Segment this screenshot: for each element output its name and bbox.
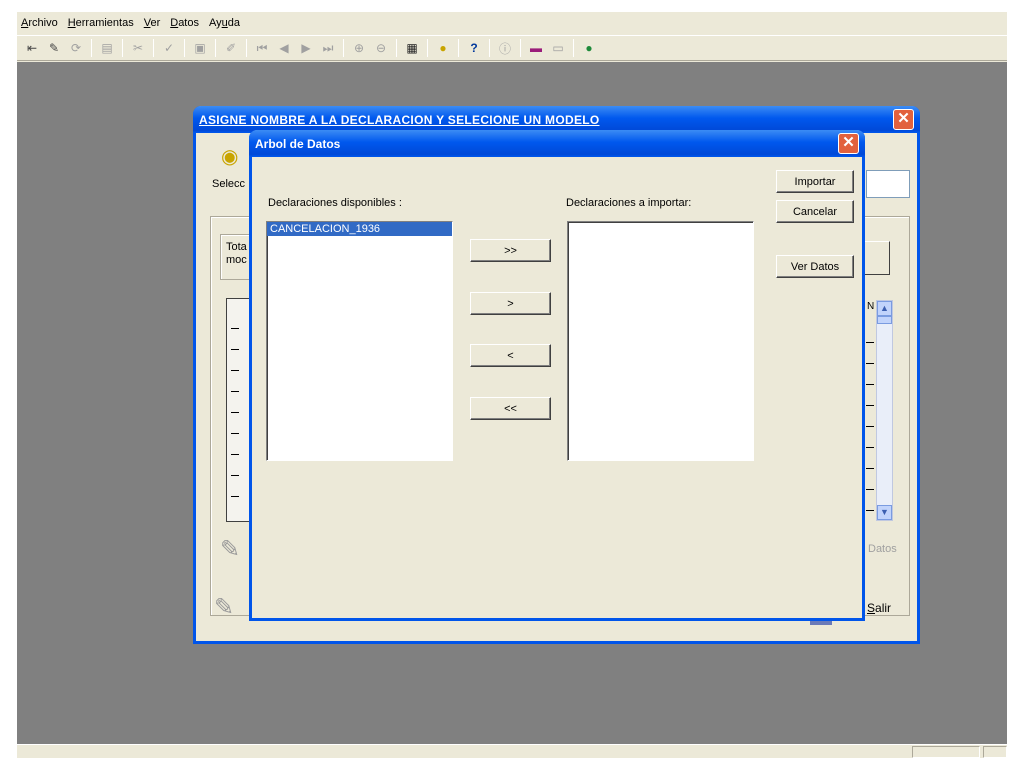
toolbar-separator (427, 39, 428, 57)
scroll-down-arrow[interactable]: ▼ (877, 505, 892, 520)
toolbar-separator (343, 39, 344, 57)
printer-icon[interactable]: ▬ (527, 39, 545, 57)
next-icon[interactable]: ▶ (297, 39, 315, 57)
menu-ver[interactable]: Ver (144, 17, 161, 29)
last-icon[interactable]: ⏭ (319, 39, 337, 57)
menu-bar: Archivo Herramientas Ver Datos Ayuda (17, 12, 1007, 34)
edit-icon[interactable]: ✎ (45, 39, 63, 57)
globe-icon[interactable]: ● (580, 39, 598, 57)
print-icon[interactable]: ▣ (191, 39, 209, 57)
name-field[interactable] (866, 170, 910, 198)
exit-icon[interactable]: ⇤ (23, 39, 41, 57)
dialog-title: Arbol de Datos (255, 136, 341, 151)
zoom-out-icon[interactable]: ⊖ (372, 39, 390, 57)
refresh-icon[interactable]: ⟳ (67, 39, 85, 57)
help-icon[interactable]: ? (465, 39, 483, 57)
grid-scrollbar[interactable]: ▲ ▼ (876, 300, 893, 521)
zoom-in-icon[interactable]: ⊕ (350, 39, 368, 57)
edit-pen-icon: ✎ (214, 594, 235, 621)
cut-icon[interactable]: ✂ (129, 39, 147, 57)
scroll-thumb[interactable] (877, 316, 892, 324)
save-icon[interactable]: ▤ (98, 39, 116, 57)
grid-edge-fragment (866, 315, 874, 515)
calculator-icon[interactable]: ▦ (403, 39, 421, 57)
scroll-up-arrow[interactable]: ▲ (877, 301, 892, 316)
available-list[interactable]: CANCELACION_1936 (266, 221, 453, 461)
ver-datos-button[interactable]: Ver Datos (776, 255, 854, 278)
move-all-right-button[interactable]: >> (470, 239, 551, 262)
toolbar-separator (215, 39, 216, 57)
salir-button[interactable]: Salir (867, 601, 891, 615)
close-button[interactable]: ✕ (838, 133, 859, 154)
move-right-button[interactable]: > (470, 292, 551, 315)
menu-ayuda[interactable]: Ayuda (209, 17, 240, 29)
toolbar-separator (489, 39, 490, 57)
toolbar-separator (396, 39, 397, 57)
status-panel (912, 746, 980, 758)
cancelar-button[interactable]: Cancelar (776, 200, 854, 223)
list-item[interactable]: CANCELACION_1936 (267, 222, 452, 236)
status-bar (17, 744, 1007, 758)
datos-label: Datos (868, 543, 897, 555)
menu-datos[interactable]: Datos (170, 17, 199, 29)
select-label: Selecc (212, 178, 246, 190)
info-badge-icon[interactable]: ● (434, 39, 452, 57)
toolbar-separator (458, 39, 459, 57)
toolbar: ⇤ ✎ ⟳ ▤ ✂ ✓ ▣ ✐ ⏮ ◀ ▶ ⏭ ⊕ ⊖ ▦ ● ? ⓘ ▬ ▭ … (17, 35, 1007, 61)
importar-button[interactable]: Importar (776, 170, 854, 193)
available-label: Declaraciones disponibles : (268, 197, 402, 209)
toolbar-separator (91, 39, 92, 57)
toolbar-separator (246, 39, 247, 57)
disk-icon[interactable]: ▭ (549, 39, 567, 57)
total-label-cont: moc (226, 254, 247, 266)
previous-icon[interactable]: ◀ (275, 39, 293, 57)
column-fragment: N (867, 301, 875, 312)
menu-archivo[interactable]: Archivo (21, 17, 58, 29)
toolbar-separator (520, 39, 521, 57)
edit-pen-icon: ✎ (220, 536, 241, 563)
toolbar-separator (122, 39, 123, 57)
dialog-title-bar[interactable]: Arbol de Datos (249, 130, 865, 157)
toolbar-separator (573, 39, 574, 57)
import-list[interactable] (567, 221, 754, 461)
close-button[interactable]: ✕ (893, 109, 914, 130)
arbol-de-datos-dialog: Arbol de Datos ✕ Declaraciones disponibl… (249, 130, 865, 621)
window-title-bar[interactable]: ASIGNE NOMBRE A LA DECLARACION Y SELECIO… (193, 106, 920, 133)
right-button-fragment[interactable] (864, 241, 890, 275)
status-panel (983, 746, 1007, 758)
total-label: Tota (226, 241, 247, 253)
information-icon[interactable]: ⓘ (496, 39, 514, 57)
move-all-left-button[interactable]: << (470, 397, 551, 420)
import-label: Declaraciones a importar: (566, 197, 692, 209)
first-icon[interactable]: ⏮ (253, 39, 271, 57)
check-icon[interactable]: ✓ (160, 39, 178, 57)
menu-herramientas[interactable]: Herramientas (68, 17, 134, 29)
wizard-icon: ◉ (221, 146, 239, 168)
toolbar-separator (153, 39, 154, 57)
toolbar-separator (184, 39, 185, 57)
move-left-button[interactable]: < (470, 344, 551, 367)
window-title: ASIGNE NOMBRE A LA DECLARACION Y SELECIO… (199, 112, 600, 127)
erase-icon[interactable]: ✐ (222, 39, 240, 57)
